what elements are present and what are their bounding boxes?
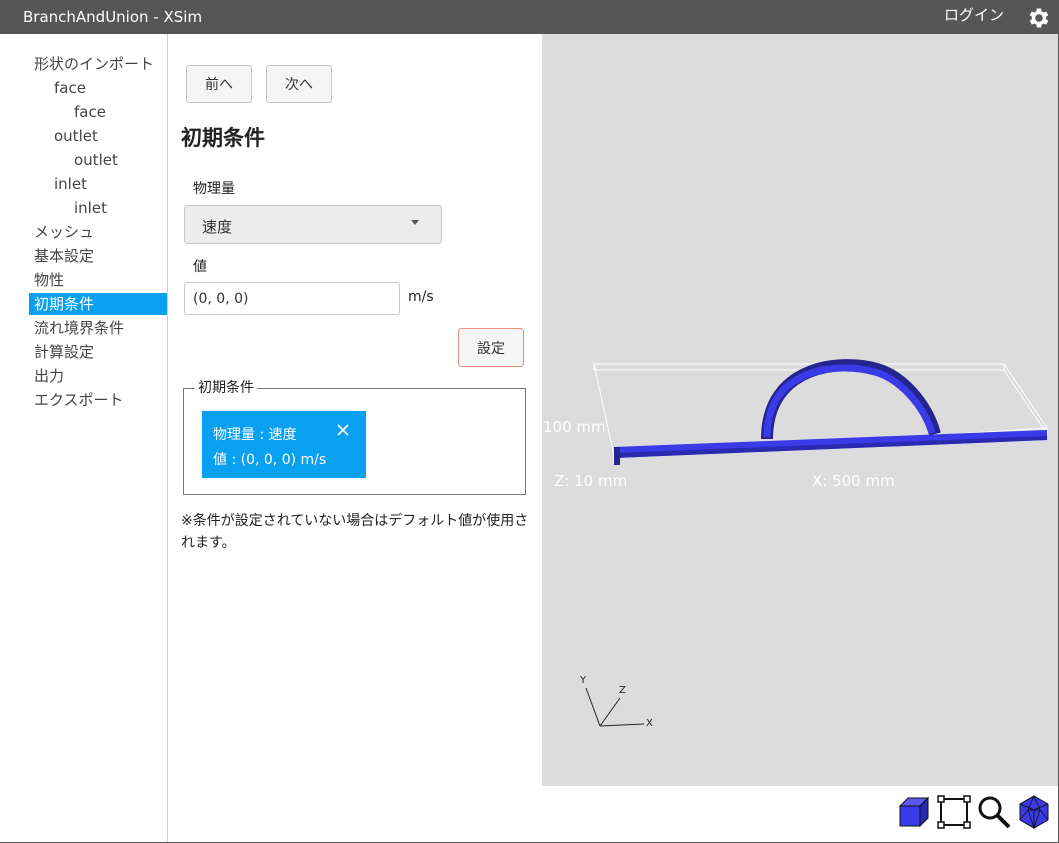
sidebar-item[interactable]: 計算設定	[34, 342, 94, 362]
3d-viewport[interactable]: Y Z X 100 mm Z: 10 mm X: 500 mm	[542, 34, 1058, 786]
view-toolbar	[542, 786, 1058, 842]
sidebar-item[interactable]: inlet	[54, 174, 87, 194]
axis-triad	[585, 687, 645, 727]
sidebar: 形状のインポート face face outlet outlet inlet inlet メッ…	[0, 34, 168, 842]
sidebar-item[interactable]: 形状のインポート	[34, 54, 154, 74]
sidebar-item[interactable]: 物性	[34, 270, 64, 290]
quantity-select[interactable]: 速度	[184, 205, 442, 244]
page-title: 初期条件	[181, 126, 265, 150]
sidebar-item[interactable]: face	[54, 78, 86, 98]
value-label: 値	[193, 259, 207, 275]
quantity-select-value: 速度	[202, 218, 233, 236]
dimension-x-label: X: 500 mm	[812, 472, 895, 490]
default-value-note: ※条件が設定されていない場合はデフォルト値が使用されます。	[181, 513, 529, 551]
dimension-y-label: 100 mm	[543, 418, 606, 436]
zoom-icon[interactable]	[976, 794, 1012, 830]
sidebar-item[interactable]: エクスポート	[34, 390, 124, 410]
condition-chip[interactable]: 物理量 : 速度 値 : (0, 0, 0) m/s	[202, 411, 366, 478]
quantity-label: 物理量	[193, 181, 235, 197]
conditions-fieldset: 初期条件 物理量 : 速度 値 : (0, 0, 0) m/s	[183, 380, 526, 495]
sidebar-item[interactable]: 基本設定	[34, 246, 94, 266]
unit-label: m/s	[408, 289, 434, 305]
sidebar-item[interactable]: face	[74, 102, 106, 122]
settings-panel: 前へ 次へ 初期条件 物理量 速度 値 m/s 設定 初期条件 物理量 : 速度…	[168, 34, 542, 842]
conditions-legend: 初期条件	[195, 380, 257, 396]
model-view: Y Z X	[579, 359, 1048, 729]
chevron-down-icon	[411, 220, 419, 225]
axis-label-y: Y	[579, 675, 587, 686]
title-bar: BranchAndUnion - XSim ログイン	[0, 0, 1059, 34]
condition-value: 値 : (0, 0, 0) m/s	[213, 452, 327, 468]
sidebar-item[interactable]: inlet	[74, 198, 107, 218]
dimension-z-label: Z: 10 mm	[554, 472, 628, 490]
close-icon[interactable]	[336, 423, 350, 437]
set-button[interactable]: 設定	[458, 328, 524, 367]
sidebar-item[interactable]: メッシュ	[34, 222, 94, 242]
pipe-arc	[761, 359, 941, 440]
fit-frame-icon[interactable]	[936, 794, 972, 830]
main-pipe-end	[614, 447, 620, 465]
sidebar-item[interactable]: outlet	[74, 150, 118, 170]
prev-button[interactable]: 前へ	[186, 65, 252, 103]
next-button[interactable]: 次へ	[266, 65, 332, 103]
sidebar-item[interactable]: 出力	[34, 366, 64, 386]
login-link[interactable]: ログイン	[944, 6, 1004, 24]
sidebar-item[interactable]: outlet	[54, 126, 98, 146]
condition-quantity: 物理量 : 速度	[213, 427, 297, 443]
axis-label-z: Z	[619, 685, 626, 696]
app-title: BranchAndUnion - XSim	[23, 8, 203, 26]
perspective-icon[interactable]	[1016, 794, 1052, 830]
view-cube-icon[interactable]	[896, 794, 932, 830]
sidebar-item[interactable]: 初期条件	[29, 293, 167, 315]
axis-label-x: X	[646, 718, 653, 729]
sidebar-item[interactable]: 流れ境界条件	[34, 318, 124, 338]
value-input[interactable]	[184, 282, 400, 315]
gear-icon[interactable]	[1025, 5, 1051, 31]
